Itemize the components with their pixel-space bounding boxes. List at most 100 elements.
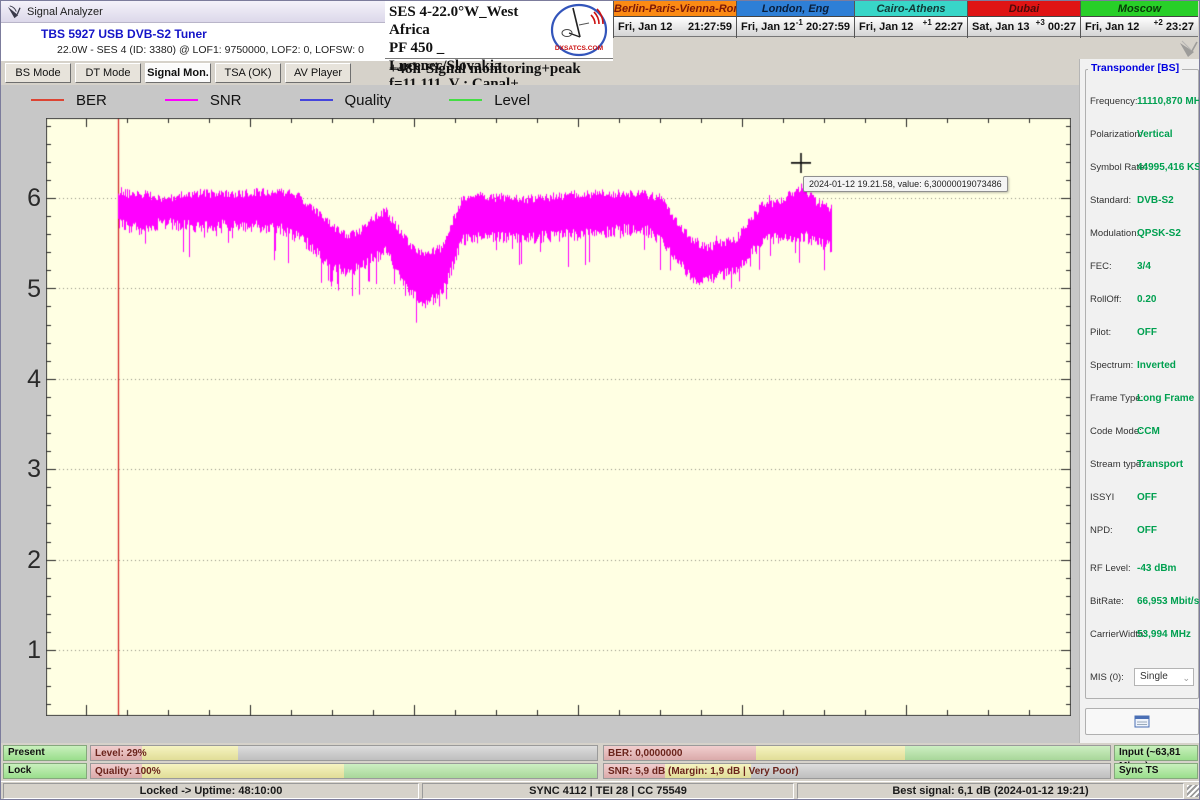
clock-city: Moscow	[1081, 1, 1198, 17]
bar-text: SNR: 5,9 dB (Margin: 1,9 dB | Very Poor)	[608, 764, 799, 779]
tab-dt-mode[interactable]: DT Mode	[75, 63, 141, 83]
status-badge-lock: Lock	[3, 763, 87, 779]
clock-time-row: Fri, Jan 12-1 20:27:59	[737, 17, 854, 37]
legend-label: Quality	[345, 92, 392, 109]
tab-tsa-ok-[interactable]: TSA (OK)	[215, 63, 281, 83]
dxsatcs-logo: DXSATCS.COM	[549, 3, 609, 59]
tab-signal-mon-[interactable]: Signal Mon.	[145, 63, 211, 83]
tuner-details: 22.0W - SES 4 (ID: 3380) @ LOF1: 9750000…	[57, 44, 364, 56]
tp-value-4: QPSK-S2	[1137, 228, 1181, 239]
tuner-name: TBS 5927 USB DVB-S2 Tuner	[41, 27, 207, 41]
plot-tooltip: 2024-01-12 19.21.58, value: 6,3000001907…	[803, 176, 1008, 192]
clock-time: 00:27	[1048, 21, 1076, 33]
logo-text: DXSATCS.COM	[555, 45, 604, 52]
tp-value-14: -43 dBm	[1137, 563, 1176, 574]
clock-london-eng: London, EngFri, Jan 12-1 20:27:59	[736, 1, 854, 38]
clock-time-wrap: +3 00:27	[1036, 21, 1076, 33]
tp-label-11: Stream type:	[1090, 459, 1144, 470]
tp-value-10: CCM	[1137, 426, 1160, 437]
tp-label-8: Spectrum:	[1090, 360, 1133, 371]
clock-date: Fri, Jan 12	[741, 21, 795, 33]
tp-label-15: BitRate:	[1090, 596, 1124, 607]
clock-utc-offset: +2	[1154, 18, 1163, 27]
mini-dish-icon	[1177, 37, 1199, 59]
clock-date: Fri, Jan 12	[859, 21, 913, 33]
status-section-0: Locked -> Uptime: 48:10:00	[3, 783, 419, 799]
clock-time-row: Sat, Jan 13 +3 00:27	[968, 17, 1080, 37]
tp-label-5: FEC:	[1090, 261, 1112, 272]
tab-av-player[interactable]: AV Player	[285, 63, 351, 83]
status-section-2: Best signal: 6,1 dB (2024-01-12 19:21)	[797, 783, 1184, 799]
tp-label-4: Modulation:	[1090, 228, 1139, 239]
tp-value-3: DVB-S2	[1137, 195, 1174, 206]
clock-berlin-paris-vienna-roma: Berlin-Paris-Vienna-RomaFri, Jan 1221:27…	[613, 1, 736, 38]
clock-city: Dubai	[968, 1, 1080, 17]
tp-label-7: Pilot:	[1090, 327, 1111, 338]
y-tick-label-5: 5	[15, 275, 41, 303]
tp-label-13: NPD:	[1090, 525, 1113, 536]
tp-value-16: 53,994 MHz	[1137, 629, 1191, 640]
clock-utc-offset: +1	[923, 18, 932, 27]
bar-zone	[142, 764, 344, 778]
clock-time-wrap: +2 23:27	[1154, 21, 1194, 33]
clock-dubai: Dubai Sat, Jan 13 +3 00:27	[967, 1, 1080, 38]
status-badge-input-63-81-mbps-: Input (~63,81 Mbps)	[1114, 745, 1198, 761]
tp-value-15: 66,953 Mbit/s	[1137, 596, 1199, 607]
clock-date: Fri, Jan 12	[1085, 21, 1139, 33]
progress-bar: SNR: 5,9 dB (Margin: 1,9 dB | Very Poor)	[603, 763, 1111, 779]
signal-plot-canvas[interactable]	[46, 118, 1071, 716]
clock-time-row: Fri, Jan 12 +1 22:27	[855, 17, 967, 37]
resize-grip[interactable]	[1187, 785, 1199, 797]
tp-label-9: Frame Type:	[1090, 393, 1143, 404]
tp-value-11: Transport	[1137, 459, 1183, 470]
tp-label-6: RollOff:	[1090, 294, 1122, 305]
clock-time: 21:27:59	[688, 21, 732, 33]
tp-value-7: OFF	[1137, 327, 1157, 338]
quality-line-swatch	[300, 99, 333, 101]
progress-bar: Quality: 100%	[90, 763, 598, 779]
legend-item-level: Level	[449, 92, 530, 109]
bar-zone	[751, 764, 1110, 778]
tab-bs-mode[interactable]: BS Mode	[5, 63, 71, 83]
bar-zone	[142, 746, 238, 760]
bar-text: Quality: 100%	[95, 764, 161, 779]
y-tick-label-1: 1	[15, 636, 41, 664]
progress-bar: BER: 0,0000000	[603, 745, 1111, 761]
signal-analyzer-window: Signal Analyzer TBS 5927 USB DVB-S2 Tune…	[0, 0, 1200, 800]
tp-label-3: Standard:	[1090, 195, 1131, 206]
clock-time-row: Fri, Jan 12 +2 23:27	[1081, 17, 1198, 37]
status-section-1: SYNC 4112 | TEI 28 | CC 75549	[422, 783, 794, 799]
panel-button[interactable]	[1085, 708, 1199, 735]
clock-city: Cairo-Athens	[855, 1, 967, 17]
tp-label-14: RF Level:	[1090, 563, 1131, 574]
tp-value-2: 44995,416 KS/s	[1137, 162, 1200, 173]
note-line-4: +48h-Signal monitoring+peak	[389, 61, 581, 78]
chart-legend: BERSNRQualityLevel	[31, 89, 588, 111]
tp-value-9: Long Frame	[1137, 393, 1194, 404]
tp-value-5: 3/4	[1137, 261, 1151, 272]
clock-cairo-athens: Cairo-Athens Fri, Jan 12 +1 22:27	[854, 1, 967, 38]
tp-label-10: Code Mode:	[1090, 426, 1142, 437]
bar-zone	[344, 764, 597, 778]
mis-value: Single	[1140, 671, 1168, 682]
tp-label-0: Frequency:	[1090, 96, 1138, 107]
tp-value-12: OFF	[1137, 492, 1157, 503]
tp-value-8: Inverted	[1137, 360, 1176, 371]
clock-time-wrap: 21:27:59	[688, 21, 732, 33]
transponder-title: Transponder [BS]	[1088, 62, 1182, 74]
legend-label: Level	[494, 92, 530, 109]
bar-text: BER: 0,0000000	[608, 746, 683, 761]
clock-time-row: Fri, Jan 12 21:27:59	[614, 17, 736, 37]
clock-date: Fri, Jan 12	[618, 21, 672, 33]
clock-date: Sat, Jan 13	[972, 21, 1029, 33]
ber-line-swatch	[31, 99, 64, 101]
mis-label: MIS (0):	[1090, 672, 1124, 683]
y-tick-label-2: 2	[15, 546, 41, 574]
tp-label-12: ISSYI	[1090, 492, 1114, 503]
clock-city: London, Eng	[737, 1, 854, 17]
clock-time: 23:27	[1166, 21, 1194, 33]
bar-text: Level: 29%	[95, 746, 147, 761]
snr-line-swatch	[165, 99, 198, 101]
mis-dropdown[interactable]: Single ⌄	[1134, 668, 1194, 686]
clock-time-wrap: +1 22:27	[923, 21, 963, 33]
